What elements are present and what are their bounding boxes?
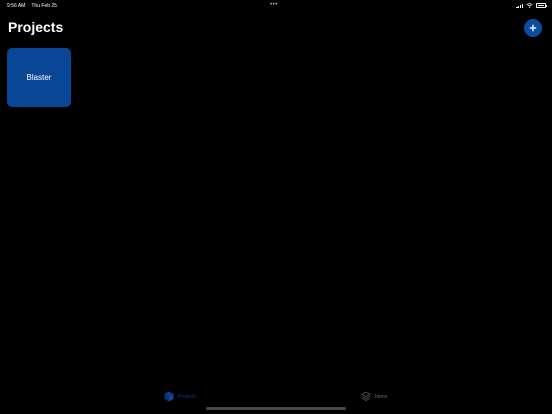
- status-date: Thu Feb 25: [31, 3, 57, 9]
- status-bar: 9:56 AM Thu Feb 25 •••: [0, 0, 552, 12]
- status-time: 9:56 AM: [7, 3, 26, 9]
- wifi-icon: [526, 3, 533, 8]
- status-right: [516, 3, 547, 8]
- add-project-button[interactable]: [524, 19, 542, 37]
- tab-projects[interactable]: Projects: [164, 391, 196, 402]
- home-indicator[interactable]: [206, 407, 346, 410]
- project-card-label: Blaster: [26, 73, 52, 82]
- tab-bar: Projects Items: [0, 388, 552, 408]
- tab-items[interactable]: Items: [361, 391, 387, 402]
- cellular-signal-icon: [516, 3, 523, 8]
- projects-cube-icon: [164, 391, 174, 402]
- page-title: Projects: [8, 19, 64, 35]
- status-left: 9:56 AM Thu Feb 25: [7, 3, 57, 9]
- project-card-blaster[interactable]: Blaster: [7, 48, 71, 107]
- multitasking-dots[interactable]: •••: [270, 2, 278, 8]
- items-stack-icon: [361, 391, 371, 401]
- plus-icon: [529, 24, 537, 32]
- tab-projects-label: Projects: [178, 393, 197, 400]
- battery-icon: [536, 3, 547, 8]
- tab-items-label: Items: [375, 393, 388, 400]
- battery-fill: [537, 4, 544, 7]
